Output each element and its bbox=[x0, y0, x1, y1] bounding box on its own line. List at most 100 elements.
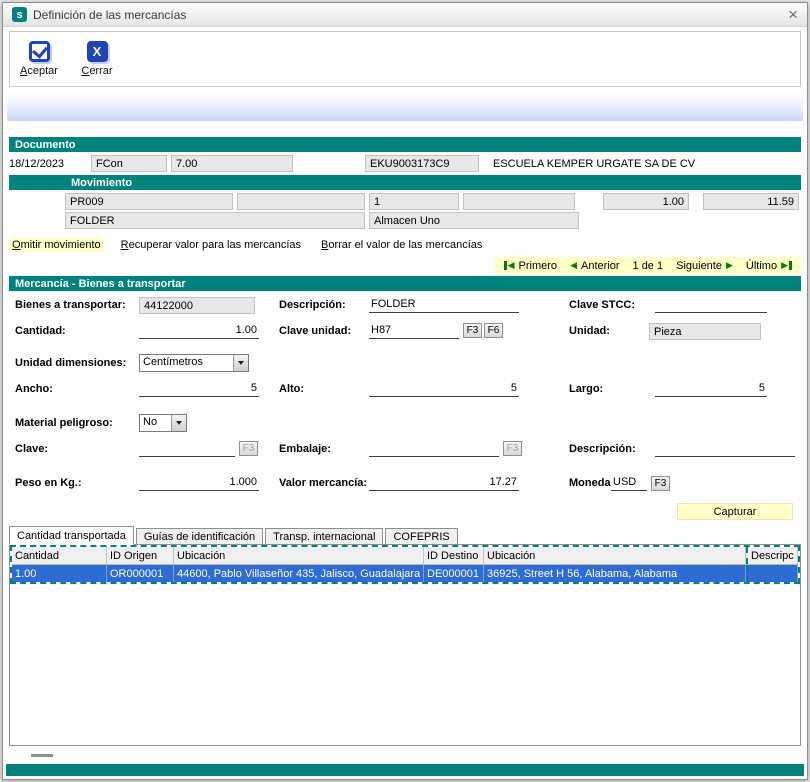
descripcion2-field[interactable] bbox=[655, 442, 795, 457]
tab-cofepris[interactable]: COFEPRIS bbox=[385, 528, 457, 544]
cell-id-origen: OR000001 bbox=[107, 565, 174, 582]
descripcion-label: Descripción: bbox=[279, 299, 346, 311]
largo-field[interactable]: 5 bbox=[655, 382, 767, 397]
column-header-cantidad[interactable]: Cantidad bbox=[12, 547, 107, 564]
nav-prev-button[interactable]: ◀Anterior bbox=[570, 260, 619, 272]
embalaje-label: Embalaje: bbox=[279, 443, 331, 455]
f3-button-clave-unidad[interactable]: F3 bbox=[463, 323, 482, 338]
f6-button-clave-unidad[interactable]: F6 bbox=[484, 323, 503, 338]
selection-marquee: Cantidad ID Origen Ubicación ID Destino … bbox=[10, 545, 800, 584]
embalaje-field[interactable] bbox=[369, 442, 499, 457]
horizontal-scrollbar-thumb[interactable] bbox=[31, 754, 53, 757]
column-header-ubicacion-destino[interactable]: Ubicación bbox=[484, 547, 746, 564]
peso-label: Peso en Kg.: bbox=[15, 477, 82, 489]
movimiento-costo-field: 1.00 bbox=[603, 193, 689, 210]
aceptar-button[interactable]: Aceptar bbox=[14, 34, 64, 84]
cerrar-button[interactable]: X Cerrar bbox=[72, 34, 122, 84]
close-x-icon: X bbox=[87, 41, 108, 62]
cell-ubicacion-destino: 36925, Street H 56, Alabama, Alabama bbox=[484, 565, 746, 582]
cantidad-label: Cantidad: bbox=[15, 325, 66, 337]
movimiento-section-header: Movimiento bbox=[9, 175, 801, 190]
ancho-label: Ancho: bbox=[15, 383, 53, 395]
tab-bar: Cantidad transportada Guías de identific… bbox=[9, 525, 801, 544]
cliente-name: ESCUELA KEMPER URGATE SA DE CV bbox=[493, 158, 695, 170]
unidad-field: Pieza bbox=[649, 323, 761, 340]
bienes-label: Bienes a transportar: bbox=[15, 299, 126, 311]
tab-guias-identificacion[interactable]: Guías de identificación bbox=[136, 528, 263, 544]
alto-field[interactable]: 5 bbox=[369, 382, 519, 397]
movimiento-descripcion-field: FOLDER bbox=[65, 212, 365, 229]
producto-field: PR009 bbox=[65, 193, 233, 210]
alto-label: Alto: bbox=[279, 383, 304, 395]
almacen-field: Almacen Uno bbox=[369, 212, 579, 229]
clave-stcc-field[interactable] bbox=[655, 298, 767, 313]
omitir-movimiento-link[interactable]: Omitir movimiento bbox=[9, 238, 104, 252]
dialog-window: s Definición de las mercancías × Aceptar… bbox=[2, 2, 808, 780]
cantidad-transportada-grid[interactable]: Cantidad ID Origen Ubicación ID Destino … bbox=[9, 544, 801, 746]
valor-mercancia-field[interactable]: 17.27 bbox=[369, 476, 519, 491]
navigation-row: ◀Primero ◀Anterior 1 de 1 Siguiente▶ Últ… bbox=[9, 257, 801, 274]
accept-check-icon bbox=[29, 41, 50, 62]
titlebar: s Definición de las mercancías × bbox=[3, 3, 807, 27]
descripcion2-label: Descripción: bbox=[569, 443, 636, 455]
tab-transp-internacional[interactable]: Transp. internacional bbox=[265, 528, 383, 544]
cell-id-destino: DE000001 bbox=[424, 565, 484, 582]
column-header-id-destino[interactable]: ID Destino bbox=[424, 547, 484, 564]
nav-next-button[interactable]: Siguiente▶ bbox=[676, 260, 733, 272]
column-header-ubicacion-origen[interactable]: Ubicación bbox=[174, 547, 424, 564]
next-record-icon: ▶ bbox=[726, 261, 733, 270]
nav-last-button[interactable]: Último▶ bbox=[746, 260, 792, 272]
material-peligroso-select[interactable]: No bbox=[139, 414, 187, 432]
fecha-value: 18/12/2023 bbox=[9, 158, 87, 170]
toolbar-container: Aceptar X Cerrar bbox=[3, 27, 807, 89]
close-icon[interactable]: × bbox=[788, 6, 798, 23]
bienes-field: 44122000 bbox=[139, 297, 255, 314]
recuperar-valor-link[interactable]: Recuperar valor para las mercancías bbox=[118, 238, 304, 252]
acciones-row: Omitir movimiento Recuperar valor para l… bbox=[9, 237, 801, 253]
valor-mercancia-label: Valor mercancía: bbox=[279, 477, 367, 489]
descripcion-field[interactable]: FOLDER bbox=[369, 298, 519, 313]
unidad-dimensiones-select[interactable]: Centímetros bbox=[139, 354, 249, 372]
movimiento-row-2: FOLDER Almacen Uno bbox=[9, 212, 799, 229]
nav-position: 1 de 1 bbox=[633, 260, 664, 272]
unidad-dimensiones-label: Unidad dimensiones: bbox=[15, 357, 126, 369]
moneda-field[interactable]: USD bbox=[611, 476, 647, 491]
cantidad-field[interactable]: 1.00 bbox=[139, 324, 259, 339]
cell-ubicacion-origen: 44600, Pablo Villaseñor 435, Jalisco, Gu… bbox=[174, 565, 424, 582]
cell-cantidad: 1.00 bbox=[12, 565, 107, 582]
f3-button-moneda[interactable]: F3 bbox=[651, 476, 670, 491]
clave-stcc-label: Clave STCC: bbox=[569, 299, 635, 311]
window-title: Definición de las mercancías bbox=[33, 8, 186, 22]
last-record-icon: ▶ bbox=[781, 261, 792, 270]
chevron-down-icon bbox=[171, 415, 186, 431]
movimiento-field-2 bbox=[237, 193, 365, 210]
toolbar: Aceptar X Cerrar bbox=[9, 31, 801, 87]
documento-section-header: Documento bbox=[9, 137, 801, 152]
column-header-id-origen[interactable]: ID Origen bbox=[107, 547, 174, 564]
nav-first-button[interactable]: ◀Primero bbox=[504, 260, 557, 272]
capturar-button[interactable]: Capturar bbox=[677, 503, 793, 520]
movimiento-row-1: PR009 1 1.00 11.59 bbox=[9, 193, 799, 210]
clave-unidad-field[interactable]: H87 bbox=[369, 324, 459, 339]
ancho-field[interactable]: 5 bbox=[139, 382, 259, 397]
f3-button-clave: F3 bbox=[239, 441, 258, 456]
tab-cantidad-transportada[interactable]: Cantidad transportada bbox=[9, 526, 134, 545]
clave-unidad-label: Clave unidad: bbox=[279, 325, 351, 337]
mercancia-section-header: Mercancía - Bienes a transportar bbox=[9, 276, 801, 291]
mercancia-form: Bienes a transportar: 44122000 Descripci… bbox=[11, 293, 799, 525]
peso-field[interactable]: 1.000 bbox=[139, 476, 259, 491]
navigation-bar: ◀Primero ◀Anterior 1 de 1 Siguiente▶ Últ… bbox=[495, 257, 801, 274]
borrar-valor-link[interactable]: Borrar el valor de las mercancías bbox=[318, 238, 485, 252]
unidad-label: Unidad: bbox=[569, 325, 610, 337]
bottom-accent-bar bbox=[6, 764, 804, 776]
movimiento-field-4 bbox=[463, 193, 575, 210]
concepto-field: FCon bbox=[91, 155, 167, 172]
rfc-field: EKU9003173C9 bbox=[365, 155, 479, 172]
cerrar-label: Cerrar bbox=[81, 65, 112, 77]
clave-field[interactable] bbox=[139, 442, 235, 457]
clave-label: Clave: bbox=[15, 443, 48, 455]
aceptar-label: Aceptar bbox=[20, 65, 58, 77]
table-row[interactable]: 1.00 OR000001 44600, Pablo Villaseñor 43… bbox=[12, 565, 798, 582]
app-icon: s bbox=[12, 7, 27, 22]
column-header-descripcion[interactable]: Descripc bbox=[746, 547, 798, 564]
